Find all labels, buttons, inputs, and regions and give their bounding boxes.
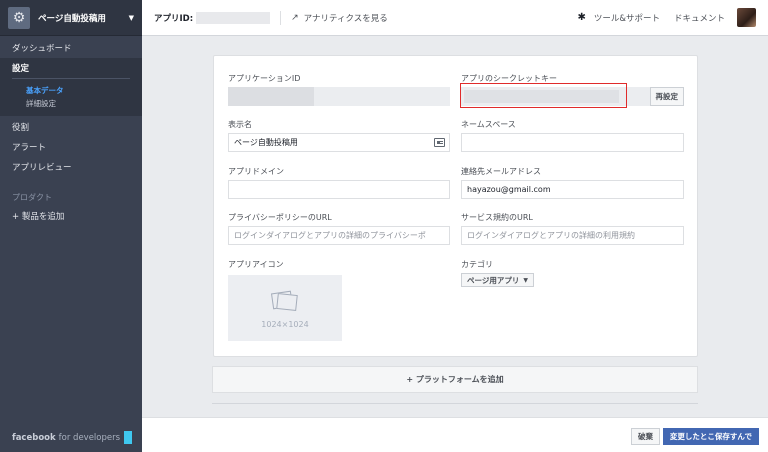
app-name: ページ自動投稿用 xyxy=(38,13,106,24)
developers-logo[interactable]: facebook for developers xyxy=(12,431,133,444)
app-id-input[interactable] xyxy=(228,87,450,106)
privacy-url-label: プライバシーポリシーのURL xyxy=(228,213,332,222)
display-name-value: ページ自動投稿用 xyxy=(234,138,298,147)
app-domains-input[interactable] xyxy=(228,180,450,199)
app-icon-size: 1024×1024 xyxy=(261,319,309,329)
terms-url-label: サービス規約のURL xyxy=(461,213,533,222)
app-secret-field: アプリのシークレットキー 再設定 xyxy=(460,73,684,108)
contact-email-input[interactable]: hayazou@gmail.com xyxy=(461,180,684,199)
terms-url-placeholder: ログインダイアログとアプリの詳細の利用規約 xyxy=(467,231,635,240)
tools-support-link[interactable]: ツール&サポート xyxy=(594,12,660,24)
nav-app-review[interactable]: アプリレビュー xyxy=(0,157,142,177)
brand-bold: facebook xyxy=(12,432,56,443)
brand-rest: for developers xyxy=(58,432,121,443)
nav-settings[interactable]: 設定 xyxy=(12,58,130,79)
nav-roles[interactable]: 役割 xyxy=(0,117,142,137)
terms-url-input[interactable]: ログインダイアログとアプリの詳細の利用規約 xyxy=(461,226,684,245)
contact-email-value: hayazou@gmail.com xyxy=(467,185,551,194)
namespace-label: ネームスペース xyxy=(461,120,516,129)
nav-settings-basic[interactable]: 基本データ xyxy=(0,84,142,97)
chevron-down-icon: ▼ xyxy=(523,276,528,284)
brand-bar xyxy=(124,431,133,444)
category-label: カテゴリ xyxy=(461,260,493,269)
app-icon-upload[interactable]: 1024×1024 xyxy=(228,275,342,341)
topbar-right: ✱ ツール&サポート ドキュメント xyxy=(577,8,756,27)
app-icon-label: アプリアイコン xyxy=(228,260,284,269)
category-field: カテゴリ ページ用アプリ ▼ xyxy=(461,259,684,287)
discard-button[interactable]: 破棄 xyxy=(631,428,660,445)
save-button[interactable]: 変更したとこ保存すんで xyxy=(662,428,759,445)
nav-settings-advanced[interactable]: 詳細設定 xyxy=(0,97,142,110)
namespace-field: ネームスペース xyxy=(461,119,684,152)
app-domains-field: アプリドメイン xyxy=(228,166,450,199)
privacy-url-field: プライバシーポリシーのURL ログインダイアログとアプリの詳細のプライバシーポ xyxy=(228,212,450,245)
nav-settings-section: 設定 基本データ 詳細設定 xyxy=(0,58,142,116)
analytics-label: アナリティクスを見る xyxy=(303,13,388,24)
avatar[interactable] xyxy=(737,8,756,27)
display-name-field: 表示名 ページ自動投稿用 xyxy=(228,119,450,152)
reset-secret-button[interactable]: 再設定 xyxy=(649,87,684,106)
app-id-value-redacted xyxy=(196,11,271,24)
add-product-link[interactable]: + 製品を追加 xyxy=(0,206,142,226)
topbar: アプリID: ↗ アナリティクスを見る ✱ ツール&サポート ドキュメント xyxy=(142,0,768,36)
bug-icon[interactable]: ✱ xyxy=(577,12,585,23)
gear-icon: ⚙ xyxy=(8,6,30,29)
add-platform-button[interactable]: + プラットフォームを追加 xyxy=(212,366,698,393)
app-switcher[interactable]: ⚙ ページ自動投稿用 ▼ xyxy=(0,0,142,36)
contact-email-label: 連絡先メールアドレス xyxy=(461,167,541,176)
namespace-input[interactable] xyxy=(461,133,684,152)
basic-settings-card: アプリケーションID アプリのシークレットキー 再設定 表示名 ページ自動投稿用… xyxy=(213,55,698,357)
trend-up-icon: ↗ xyxy=(291,12,299,23)
category-dropdown[interactable]: ページ用アプリ ▼ xyxy=(461,273,534,287)
display-name-input[interactable]: ページ自動投稿用 xyxy=(228,133,450,152)
sidebar: ⚙ ページ自動投稿用 ▼ ダッシュボード 設定 基本データ 詳細設定 役割 アラ… xyxy=(0,0,142,452)
app-id-label: アプリID: xyxy=(154,13,194,24)
app-domains-label: アプリドメイン xyxy=(228,167,284,176)
analytics-link[interactable]: ↗ アナリティクスを見る xyxy=(291,12,388,24)
divider xyxy=(212,403,698,404)
divider xyxy=(280,10,282,25)
docs-link[interactable]: ドキュメント xyxy=(674,12,725,24)
redacted-value xyxy=(228,87,314,106)
contact-email-field: 連絡先メールアドレス hayazou@gmail.com xyxy=(461,166,684,199)
app-icon-field: アプリアイコン 1024×1024 xyxy=(228,259,450,341)
app-id-field: アプリケーションID xyxy=(228,73,450,106)
highlight-box xyxy=(460,83,627,108)
products-label: プロダクト xyxy=(12,192,52,202)
terms-url-field: サービス規約のURL ログインダイアログとアプリの詳細の利用規約 xyxy=(461,212,684,245)
app-id-label: アプリケーションID xyxy=(228,74,301,83)
privacy-url-placeholder: ログインダイアログとアプリの詳細のプライバシーポ xyxy=(234,231,426,240)
footer-bar: 破棄 変更したとこ保存すんで xyxy=(142,417,768,452)
nav-alerts[interactable]: アラート xyxy=(0,137,142,157)
display-name-label: 表示名 xyxy=(228,120,252,129)
category-value: ページ用アプリ xyxy=(467,275,520,285)
nav-dashboard[interactable]: ダッシュボード xyxy=(0,38,142,58)
privacy-url-input[interactable]: ログインダイアログとアプリの詳細のプライバシーポ xyxy=(228,226,450,245)
image-placeholder-icon xyxy=(270,288,300,312)
contact-card-icon xyxy=(434,138,445,147)
caret-down-icon: ▼ xyxy=(128,13,134,22)
